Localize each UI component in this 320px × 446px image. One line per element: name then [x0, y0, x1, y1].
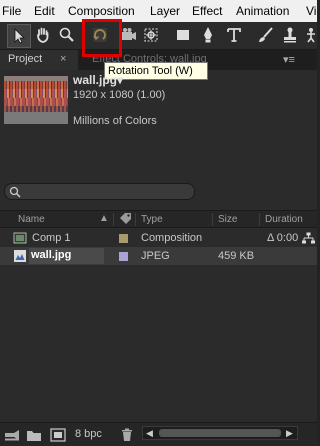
brush-tool-button[interactable]: [255, 24, 277, 46]
type-icon: [227, 28, 241, 42]
column-size[interactable]: Size: [218, 214, 237, 225]
column-divider[interactable]: [113, 213, 114, 226]
puppet-icon: [307, 28, 315, 43]
flowchart-icon[interactable]: [302, 232, 315, 245]
selected-item-dimensions: 1920 x 1080 (1.00): [73, 89, 166, 101]
panel-menu-icon[interactable]: ▾≡: [283, 53, 303, 66]
item-size: 459 KB: [218, 250, 255, 262]
column-divider[interactable]: [212, 213, 213, 226]
selected-item-name: wall.jpg▾: [73, 73, 124, 87]
scroll-left-icon[interactable]: ◀: [146, 428, 153, 439]
item-name: wall.jpg: [29, 248, 104, 264]
list-item-comp-1[interactable]: Comp 1 Composition Δ 0:00: [0, 229, 317, 247]
puppet-tool-button[interactable]: [301, 24, 320, 46]
item-name: Comp 1: [32, 232, 71, 244]
item-type: Composition: [141, 232, 203, 244]
column-duration[interactable]: Duration: [265, 214, 303, 225]
camera-icon: [122, 28, 136, 40]
column-name[interactable]: Name: [18, 214, 45, 225]
menu-bar: File Edit Composition Layer Effect Anima…: [0, 0, 317, 22]
zoom-tool-button[interactable]: [56, 24, 78, 46]
item-type: JPEG: [141, 250, 170, 262]
label-column-icon[interactable]: [118, 212, 132, 229]
tools-toolbar: [0, 22, 317, 50]
column-divider[interactable]: [259, 213, 260, 226]
rotation-tool-highlight: [82, 19, 122, 57]
trash-icon[interactable]: [120, 428, 134, 442]
menu-animation[interactable]: Animation: [236, 4, 289, 18]
column-divider[interactable]: [135, 213, 136, 226]
magnifier-icon: [59, 27, 74, 42]
folder-icon[interactable]: [26, 428, 42, 442]
selection-tool-button[interactable]: [7, 24, 31, 48]
menu-layer[interactable]: Layer: [150, 4, 180, 18]
anchor-point-icon: [144, 28, 158, 42]
interpret-footage-icon[interactable]: [4, 428, 20, 442]
menu-file[interactable]: File: [2, 4, 21, 18]
column-header-row: Name ▲ Type Size Duration: [0, 210, 317, 228]
scroll-right-icon[interactable]: ▶: [286, 428, 293, 439]
pen-icon: [204, 27, 212, 43]
sort-ascending-icon[interactable]: ▲: [99, 213, 109, 224]
label-color-swatch[interactable]: [119, 234, 128, 243]
search-input[interactable]: [4, 183, 195, 200]
pen-tool-button[interactable]: [197, 24, 219, 46]
tab-project[interactable]: Project ×: [0, 50, 78, 70]
bit-depth-button[interactable]: 8 bpc: [75, 428, 102, 440]
menu-composition[interactable]: Composition: [68, 4, 135, 18]
pan-behind-tool-button[interactable]: [140, 24, 162, 46]
brush-icon: [259, 27, 273, 42]
selected-item-color-depth: Millions of Colors: [73, 115, 157, 127]
column-type[interactable]: Type: [141, 214, 163, 225]
rectangle-icon: [177, 30, 189, 40]
composition-icon: [13, 232, 27, 244]
menu-view[interactable]: Vi: [306, 4, 316, 18]
list-item-wall-jpg[interactable]: wall.jpg JPEG 459 KB: [0, 247, 317, 265]
close-icon[interactable]: ×: [60, 53, 66, 65]
footage-thumbnail: [4, 76, 68, 124]
clone-stamp-tool-button[interactable]: [279, 24, 301, 46]
tab-project-label: Project: [8, 53, 43, 65]
stamp-icon: [284, 27, 296, 43]
image-file-icon: [14, 250, 26, 262]
new-composition-icon[interactable]: [50, 428, 66, 442]
item-duration: Δ 0:00: [267, 232, 299, 244]
hand-tool-button[interactable]: [32, 24, 54, 46]
hand-icon: [37, 27, 49, 43]
type-tool-button[interactable]: [223, 24, 245, 46]
rectangle-tool-button[interactable]: [172, 24, 194, 46]
horizontal-scrollbar[interactable]: ◀ ▶: [142, 426, 298, 440]
scrollbar-thumb[interactable]: [159, 429, 281, 437]
arrow-pointer-icon: [14, 28, 25, 44]
search-icon: [9, 186, 21, 198]
label-color-swatch[interactable]: [119, 252, 128, 261]
menu-effect[interactable]: Effect: [192, 4, 222, 18]
menu-edit[interactable]: Edit: [34, 4, 55, 18]
